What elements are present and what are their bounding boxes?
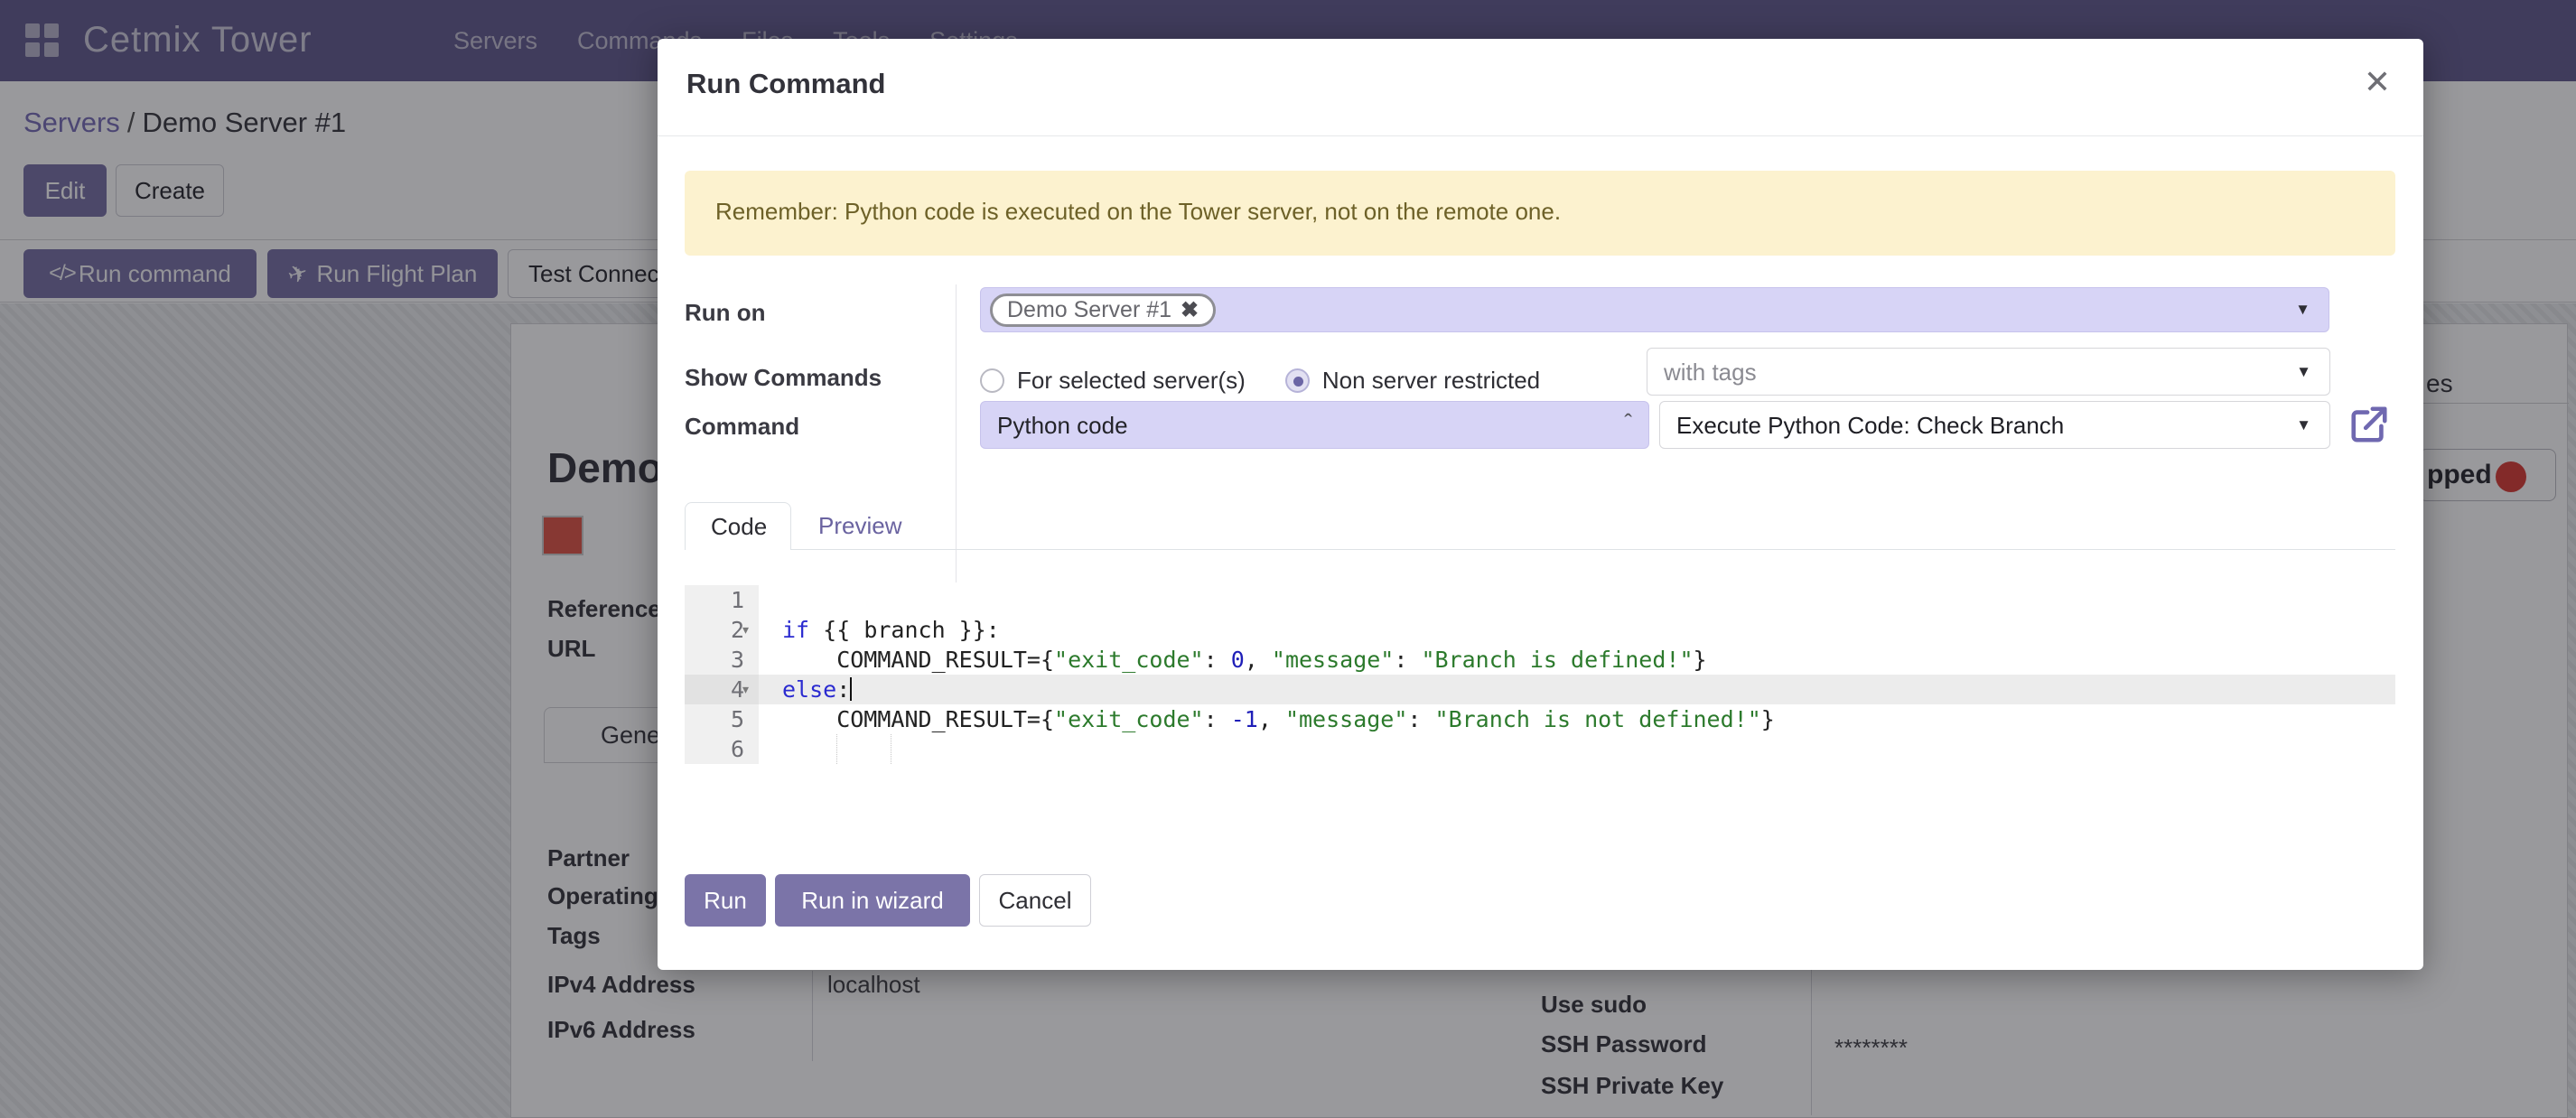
editor-line[interactable]: 1 <box>685 585 2395 615</box>
python-warning-banner: Remember: Python code is executed on the… <box>685 171 2395 256</box>
radio-selected-servers-label[interactable]: For selected server(s) <box>1017 367 1246 395</box>
run-command-modal: Run Command ✕ Remember: Python code is e… <box>658 39 2423 970</box>
caret-down-icon: ▼ <box>2296 363 2311 381</box>
tag-remove-icon[interactable]: ✖ <box>1181 297 1199 323</box>
caret-down-icon: ▼ <box>2295 301 2310 319</box>
modal-header: Run Command ✕ <box>658 39 2423 136</box>
external-link-icon[interactable] <box>2348 404 2390 445</box>
editor-line[interactable]: 4▾else: <box>685 675 2395 704</box>
show-commands-radios: For selected server(s) Non server restri… <box>980 357 1580 404</box>
fold-arrow-icon[interactable]: ▾ <box>742 675 749 704</box>
command-type-select[interactable]: Python code ˆ︎ <box>980 401 1649 449</box>
tab-code[interactable]: Code <box>685 502 791 550</box>
close-icon[interactable]: ✕ <box>2364 66 2391 98</box>
code-editor[interactable]: 12▾if {{ branch }}:3 COMMAND_RESULT={"ex… <box>685 585 2395 782</box>
radio-selected-servers[interactable] <box>980 368 1004 393</box>
caret-down-icon: ▼ <box>2296 416 2311 434</box>
modal-title: Run Command <box>686 68 885 100</box>
with-tags-select[interactable]: with tags ▼ <box>1647 348 2330 396</box>
command-label: Command <box>685 413 799 441</box>
line-number: 1 <box>685 585 759 615</box>
command-reference-select[interactable]: Execute Python Code: Check Branch ▼ <box>1659 401 2330 449</box>
editor-line[interactable]: 2▾if {{ branch }}: <box>685 615 2395 645</box>
editor-line[interactable]: 3 COMMAND_RESULT={"exit_code": 0, "messa… <box>685 645 2395 675</box>
radio-non-restricted[interactable] <box>1285 368 1310 393</box>
run-on-label: Run on <box>685 299 766 327</box>
form-label-separator <box>956 284 957 582</box>
run-on-select[interactable]: Demo Server #1 ✖ ▼ <box>980 287 2329 332</box>
tabs-border <box>685 549 2395 550</box>
editor-line[interactable]: 6 <box>685 734 2395 764</box>
code-line-text: if {{ branch }}: <box>782 615 1000 645</box>
editor-line[interactable]: 5 COMMAND_RESULT={"exit_code": -1, "mess… <box>685 704 2395 734</box>
line-number: 5 <box>685 704 759 734</box>
fold-arrow-icon[interactable]: ▾ <box>742 615 749 645</box>
run-in-wizard-button[interactable]: Run in wizard <box>775 874 970 927</box>
run-button[interactable]: Run <box>685 874 766 927</box>
radio-non-restricted-label[interactable]: Non server restricted <box>1322 367 1540 395</box>
chevron-down-icon: ˆ︎ <box>1624 409 1632 437</box>
tab-preview[interactable]: Preview <box>791 502 927 550</box>
code-line-text: COMMAND_RESULT={"exit_code": -1, "messag… <box>782 704 1775 734</box>
cancel-button[interactable]: Cancel <box>979 874 1091 927</box>
show-commands-label: Show Commands <box>685 364 882 392</box>
line-number: 6 <box>685 734 759 764</box>
code-line-text: COMMAND_RESULT={"exit_code": 0, "message… <box>782 645 1707 675</box>
server-tag[interactable]: Demo Server #1 ✖ <box>990 293 1216 327</box>
code-line-text: else: <box>782 675 852 704</box>
line-number: 3 <box>685 645 759 675</box>
indent-guide <box>836 734 837 764</box>
text-cursor <box>850 677 852 701</box>
